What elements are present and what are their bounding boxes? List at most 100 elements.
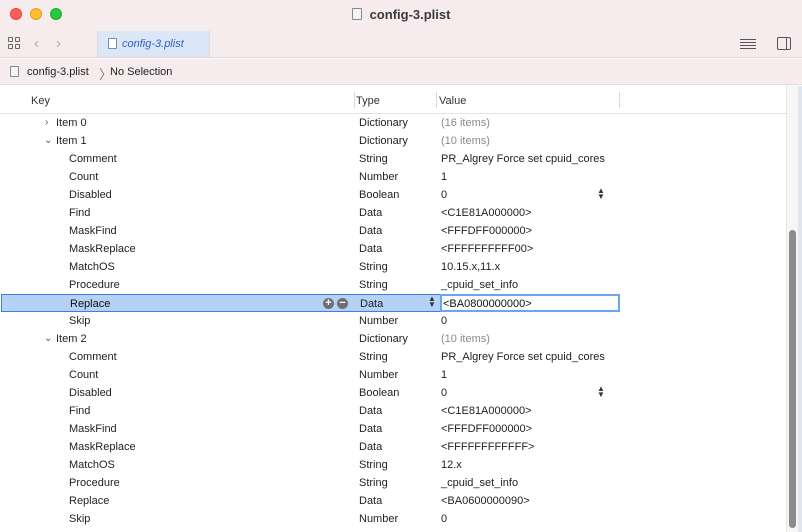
window-edge [798,86,802,532]
row-key: Count [69,171,99,183]
inspector-toggle-icon[interactable] [777,37,791,50]
row-value[interactable]: 1 [441,171,447,183]
type-popup-chevron-icon[interactable]: ▲ ▼ [427,295,437,310]
column-value[interactable]: Value [439,95,466,107]
table-row[interactable]: MatchOS String 10.15.x,11.x [0,258,620,276]
row-type: Dictionary [359,135,408,147]
column-divider[interactable] [354,92,355,108]
row-key: MaskFind [69,423,117,435]
table-row[interactable]: Skip Number 0 [0,312,620,330]
document-icon [108,38,117,49]
value-input[interactable] [443,297,603,310]
table-row[interactable]: Count Number 1 [0,366,620,384]
row-key: Disabled [69,189,112,201]
vertical-scrollbar[interactable] [786,86,798,532]
column-header: Key Type Value [0,86,790,114]
table-row[interactable]: MatchOS String 12.x [0,456,620,474]
value-edit-field[interactable] [440,294,620,312]
plist-outline: Key Type Value › Item 0 Dictionary (16 i… [0,86,790,532]
table-row[interactable]: Comment String PR_Algrey Force set cpuid… [0,348,620,366]
boolean-popup-chevron-icon[interactable]: ▲ ▼ [596,385,606,400]
table-row[interactable]: Procedure String _cpuid_set_info [0,276,620,294]
row-type: Data [359,225,383,237]
row-value[interactable]: <FFFDFF000000> [441,225,532,237]
toolbar: ‹ › config-3.plist [0,30,802,58]
table-row-selected[interactable]: Replace + − Data ▲ ▼ [1,294,620,312]
breadcrumb-file[interactable]: config-3.plist [27,66,89,78]
row-value[interactable]: <FFFFFFFFFFFF> [441,441,534,453]
column-key[interactable]: Key [31,95,50,107]
row-value[interactable]: PR_Algrey Force set cpuid_cores [441,153,605,165]
table-row[interactable]: Find Data <C1E81A000000> [0,204,620,222]
row-value[interactable]: 1 [441,369,447,381]
column-divider[interactable] [619,92,620,108]
row-type: Dictionary [359,333,408,345]
row-value: (10 items) [441,135,490,147]
column-divider[interactable] [436,92,437,108]
row-value[interactable]: 12.x [441,459,462,471]
row-key: Skip [69,513,91,525]
table-row[interactable]: Disabled Boolean 0 ▲ ▼ [0,186,620,204]
disclosure-collapsed-icon[interactable]: › [45,117,48,128]
row-type: Data [359,423,383,435]
row-value[interactable]: 10.15.x,11.x [441,261,500,273]
row-value[interactable]: 0 [441,387,447,399]
table-row[interactable]: MaskFind Data <FFFDFF000000> [0,420,620,438]
row-value[interactable]: <C1E81A000000> [441,405,532,417]
table-row[interactable]: ⌄ Item 1 Dictionary (10 items) [0,132,620,150]
row-type: Boolean [359,189,400,201]
boolean-popup-chevron-icon[interactable]: ▲ ▼ [596,187,606,202]
table-row[interactable]: Procedure String _cpuid_set_info [0,474,620,492]
add-item-button[interactable]: + [323,298,334,309]
row-value[interactable]: 0 [441,315,447,327]
row-type: Data [359,441,383,453]
row-value[interactable]: 0 [441,189,447,201]
remove-item-button[interactable]: − [337,298,348,309]
breadcrumb: config-3.plist 〉 No Selection [0,59,802,85]
breadcrumb-selection[interactable]: No Selection [110,66,172,78]
row-value[interactable]: <FFFFFFFFFF00> [441,243,533,255]
forward-chevron-icon[interactable]: › [56,35,61,52]
row-type: String [359,279,388,291]
table-row[interactable]: Disabled Boolean 0 ▲ ▼ [0,384,620,402]
outline-list-icon[interactable] [740,39,756,50]
row-type: String [359,153,388,165]
related-items-grid-icon[interactable] [8,37,21,50]
document-icon [351,8,362,20]
column-type[interactable]: Type [356,95,380,107]
row-key: Find [69,207,91,219]
row-value[interactable]: <BA0600000090> [441,495,530,507]
row-value[interactable]: <FFFDFF000000> [441,423,532,435]
row-value[interactable]: _cpuid_set_info [441,477,518,489]
table-row[interactable]: Count Number 1 [0,168,620,186]
row-key: Item 0 [56,117,87,129]
table-row[interactable]: Comment String PR_Algrey Force set cpuid… [0,150,620,168]
table-row[interactable]: Replace Data <BA0600000090> [0,492,620,510]
row-type: Data [359,207,383,219]
window-title: config-3.plist [0,7,802,22]
disclosure-expanded-icon[interactable]: ⌄ [44,135,52,146]
row-key: Disabled [69,387,112,399]
row-value[interactable]: 0 [441,513,447,525]
tab-config-plist[interactable]: config-3.plist [97,31,210,57]
table-row[interactable]: Skip Number 0 [0,510,620,528]
scrollbar-thumb[interactable] [789,230,796,528]
row-key: Comment [69,351,117,363]
row-key: Find [69,405,91,417]
table-row[interactable]: MaskReplace Data <FFFFFFFFFF00> [0,240,620,258]
row-type: Number [359,171,399,183]
row-value[interactable]: PR_Algrey Force set cpuid_cores [441,351,605,363]
table-row[interactable]: ⌄ Item 2 Dictionary (10 items) [0,330,620,348]
row-type: String [359,477,388,489]
row-type: Data [359,495,383,507]
row-key: MatchOS [69,459,115,471]
table-row[interactable]: › Item 0 Dictionary (16 items) [0,114,620,132]
row-value[interactable]: _cpuid_set_info [441,279,518,291]
table-row[interactable]: MaskFind Data <FFFDFF000000> [0,222,620,240]
table-row[interactable]: MaskReplace Data <FFFFFFFFFFFF> [0,438,620,456]
table-row[interactable]: Find Data <C1E81A000000> [0,402,620,420]
disclosure-expanded-icon[interactable]: ⌄ [44,333,52,344]
row-key: MatchOS [69,261,115,273]
back-chevron-icon[interactable]: ‹ [34,35,39,52]
row-value[interactable]: <C1E81A000000> [441,207,532,219]
